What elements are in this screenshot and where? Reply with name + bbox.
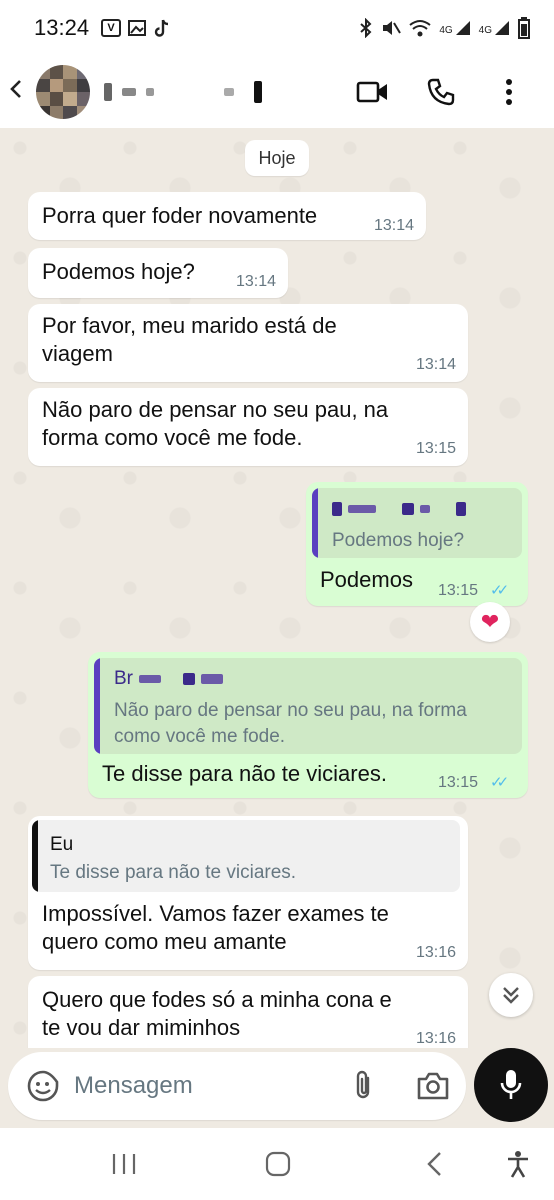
home-nav-button[interactable] — [264, 1150, 292, 1178]
signal-4g-icon: 4G — [479, 20, 510, 36]
message-time: 13:15 — [438, 582, 479, 599]
quoted-message[interactable]: Eu Te disse para não te viciares. — [32, 820, 460, 892]
quote-text: Te disse para não te viciares. — [50, 862, 297, 883]
message-time: 13:15 — [415, 440, 456, 457]
mic-button[interactable] — [474, 1048, 548, 1122]
message-incoming[interactable]: Não paro de pensar no seu pau, na forma … — [28, 388, 468, 466]
message-text: Impossível. Vamos fazer exames te — [42, 901, 389, 926]
chat-area[interactable]: Hoje Porra quer foder novamente 13:14 Po… — [0, 128, 554, 1048]
back-arrow-icon[interactable] — [8, 78, 36, 106]
message-input[interactable] — [74, 1066, 334, 1106]
message-text: Porra quer foder novamente — [42, 203, 318, 228]
message-outgoing[interactable]: Br Não paro de pensar no seu pau, na for… — [88, 652, 528, 798]
quote-text: Não paro de pensar no seu pau, na forma — [114, 700, 467, 721]
battery-icon — [518, 17, 530, 39]
date-chip: Hoje — [245, 140, 309, 176]
read-ticks-icon: ✓✓ — [490, 582, 509, 599]
status-time: 13:24 — [34, 15, 90, 40]
recents-nav-button[interactable] — [110, 1150, 138, 1178]
message-incoming[interactable]: Porra quer foder novamente 13:14 — [28, 192, 426, 240]
signal-4g-icon: 4G — [439, 20, 470, 36]
quote-author: Eu — [50, 834, 74, 855]
message-incoming[interactable]: Quero que fodes só a minha cona e te vou… — [28, 976, 468, 1048]
mute-icon — [383, 21, 402, 35]
quoted-message[interactable]: Br Não paro de pensar no seu pau, na for… — [94, 658, 522, 754]
system-nav-bar — [0, 1128, 554, 1200]
v-badge-icon: V — [101, 19, 122, 37]
accessibility-icon[interactable] — [504, 1150, 532, 1178]
status-right-icons: 4G 4G — [359, 17, 530, 39]
quote-bar — [312, 488, 318, 558]
message-text: Quero que fodes só a minha cona e — [42, 987, 392, 1012]
video-call-icon[interactable] — [356, 75, 390, 109]
chat-header — [0, 56, 554, 128]
quoted-message[interactable]: Podemos hoje? — [312, 488, 522, 558]
message-text: forma como você me fode. — [42, 425, 303, 450]
message-time: 13:14 — [415, 356, 456, 373]
gallery-icon — [128, 20, 147, 36]
wifi-icon — [409, 20, 431, 37]
network-label: 4G — [478, 25, 492, 36]
message-time: 13:14 — [373, 217, 414, 234]
emoji-icon[interactable] — [26, 1069, 60, 1103]
attach-icon[interactable] — [348, 1068, 378, 1104]
quote-text: Podemos hoje? — [332, 530, 465, 551]
quote-author-prefix: Br — [114, 668, 133, 689]
bluetooth-icon — [360, 18, 372, 38]
message-outgoing[interactable]: Podemos hoje? Podemos 13:15 ✓✓ — [306, 482, 528, 606]
message-incoming[interactable]: Podemos hoje? 13:14 — [28, 248, 288, 298]
scroll-to-bottom-button[interactable] — [489, 973, 533, 1017]
status-bar: 13:24 V 4G 4G — [0, 0, 554, 56]
quote-text: como você me fode. — [114, 726, 286, 747]
message-input-pill — [8, 1052, 466, 1120]
message-text: Por favor, meu marido está de — [42, 313, 337, 338]
message-time: 13:16 — [415, 944, 456, 961]
heart-reaction-icon[interactable]: ❤ — [470, 602, 510, 642]
quote-bar — [94, 658, 100, 754]
chevron-double-down-icon — [503, 987, 519, 1004]
read-ticks-icon: ✓✓ — [490, 774, 509, 791]
quote-bar — [32, 820, 38, 892]
tiktok-icon — [154, 19, 169, 37]
message-text: Te disse para não te viciares. — [102, 761, 387, 786]
avatar[interactable] — [36, 65, 90, 119]
message-text: Não paro de pensar no seu pau, na — [42, 397, 389, 422]
contact-name-redacted[interactable] — [104, 81, 262, 103]
header-actions — [356, 75, 554, 109]
message-incoming[interactable]: Eu Te disse para não te viciares. Imposs… — [28, 816, 468, 970]
quote-author-redacted — [332, 502, 466, 516]
status-left-icons: V — [101, 18, 171, 38]
message-text: Podemos — [320, 567, 413, 592]
message-text: Podemos hoje? — [42, 259, 195, 284]
mic-icon — [500, 1070, 522, 1099]
message-text: quero como meu amante — [42, 929, 287, 954]
message-text: te vou dar miminhos — [42, 1015, 241, 1040]
more-vert-icon[interactable] — [492, 75, 526, 109]
back-nav-button[interactable] — [422, 1150, 446, 1178]
message-text: viagem — [42, 341, 113, 366]
message-time: 13:16 — [415, 1030, 456, 1047]
message-time: 13:15 — [438, 774, 479, 791]
message-time: 13:14 — [235, 273, 276, 290]
message-incoming[interactable]: Por favor, meu marido está de viagem 13:… — [28, 304, 468, 382]
voice-call-icon[interactable] — [424, 75, 458, 109]
quote-author: Br — [114, 668, 223, 690]
composer — [0, 1048, 554, 1128]
network-label: 4G — [439, 25, 453, 36]
camera-icon[interactable] — [416, 1070, 450, 1102]
